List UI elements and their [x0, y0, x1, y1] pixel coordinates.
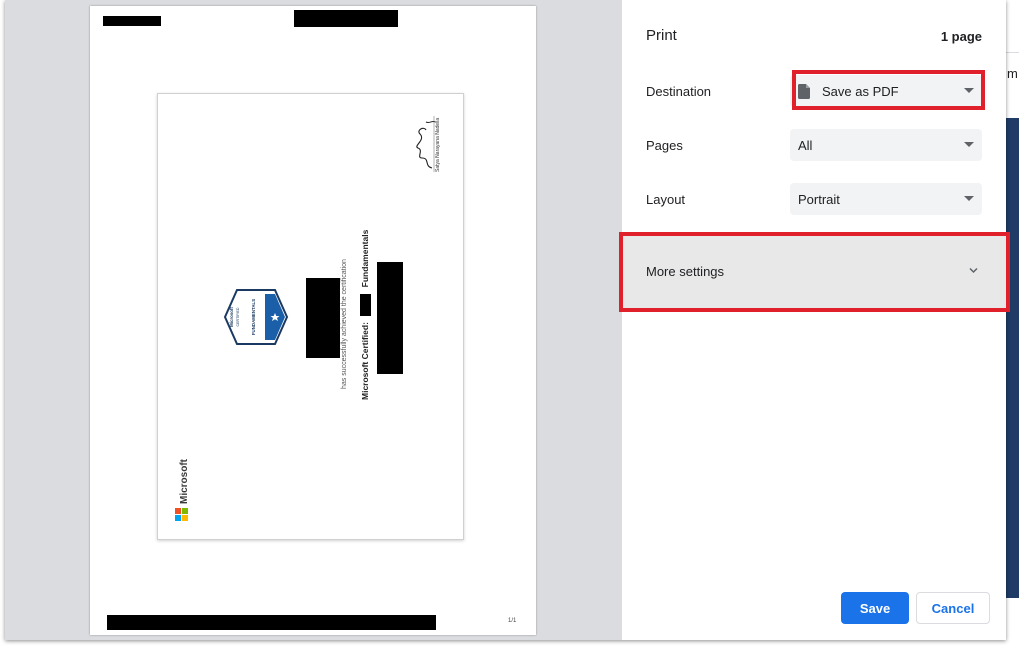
- redacted-certification-detail: [377, 262, 403, 374]
- pages-value: All: [798, 137, 813, 153]
- cancel-button[interactable]: Cancel: [916, 592, 990, 624]
- background-image-strip: [1006, 118, 1019, 598]
- background-text-fragment: m: [1007, 66, 1018, 81]
- microsoft-logo-icon: [175, 508, 188, 521]
- more-settings-highlight: [619, 232, 1010, 312]
- layout-select[interactable]: Portrait: [790, 183, 982, 215]
- chevron-down-icon: [964, 142, 974, 147]
- destination-highlight: [792, 70, 985, 110]
- certification-suffix: Fundamentals: [360, 229, 370, 288]
- certificate-brand: Microsoft: [179, 459, 190, 504]
- redacted-header-date: [103, 16, 161, 26]
- badge-text-mid: CERTIFIED: [236, 307, 240, 326]
- print-preview-area[interactable]: 1/1 Microsoft Microsoft CERTIFIED FUNDAM…: [5, 0, 622, 640]
- page-count: 1 page: [940, 29, 982, 44]
- redacted-header-title: [294, 10, 398, 27]
- badge-text-top: Microsoft: [229, 307, 234, 327]
- badge-text-bottom: FUNDAMENTALS: [251, 299, 256, 335]
- layout-value: Portrait: [798, 191, 840, 207]
- certificate: Microsoft Microsoft CERTIFIED FUNDAMENTA…: [157, 93, 464, 540]
- panel-title: Print: [646, 27, 677, 44]
- background-page: m: [1006, 0, 1019, 649]
- background-divider: [1006, 52, 1019, 53]
- signer-name: Satya Narayana Nadella: [435, 117, 441, 172]
- preview-page: 1/1 Microsoft Microsoft CERTIFIED FUNDAM…: [90, 6, 536, 635]
- destination-label: Destination: [646, 84, 712, 99]
- certification-title: Microsoft Certified: Fundamentals: [360, 229, 372, 400]
- fundamentals-badge-icon: Microsoft CERTIFIED FUNDAMENTALS: [223, 289, 289, 345]
- redacted-recipient-name: [306, 278, 340, 358]
- certification-prefix: Microsoft Certified:: [360, 322, 370, 400]
- layout-label: Layout: [646, 192, 686, 207]
- pages-label: Pages: [646, 138, 683, 153]
- chevron-down-icon: [964, 196, 974, 201]
- save-button[interactable]: Save: [841, 592, 909, 624]
- print-settings-panel: Print 1 page Destination Save as PDF Pag…: [619, 0, 1010, 640]
- preview-page-number: 1/1: [508, 618, 517, 624]
- achievement-text: has successfully achieved the certificat…: [341, 259, 348, 389]
- redacted-footer-url: [107, 615, 436, 630]
- print-dialog: 1/1 Microsoft Microsoft CERTIFIED FUNDAM…: [5, 0, 1010, 640]
- pages-select[interactable]: All: [790, 129, 982, 161]
- redacted-certification-name: [360, 293, 372, 316]
